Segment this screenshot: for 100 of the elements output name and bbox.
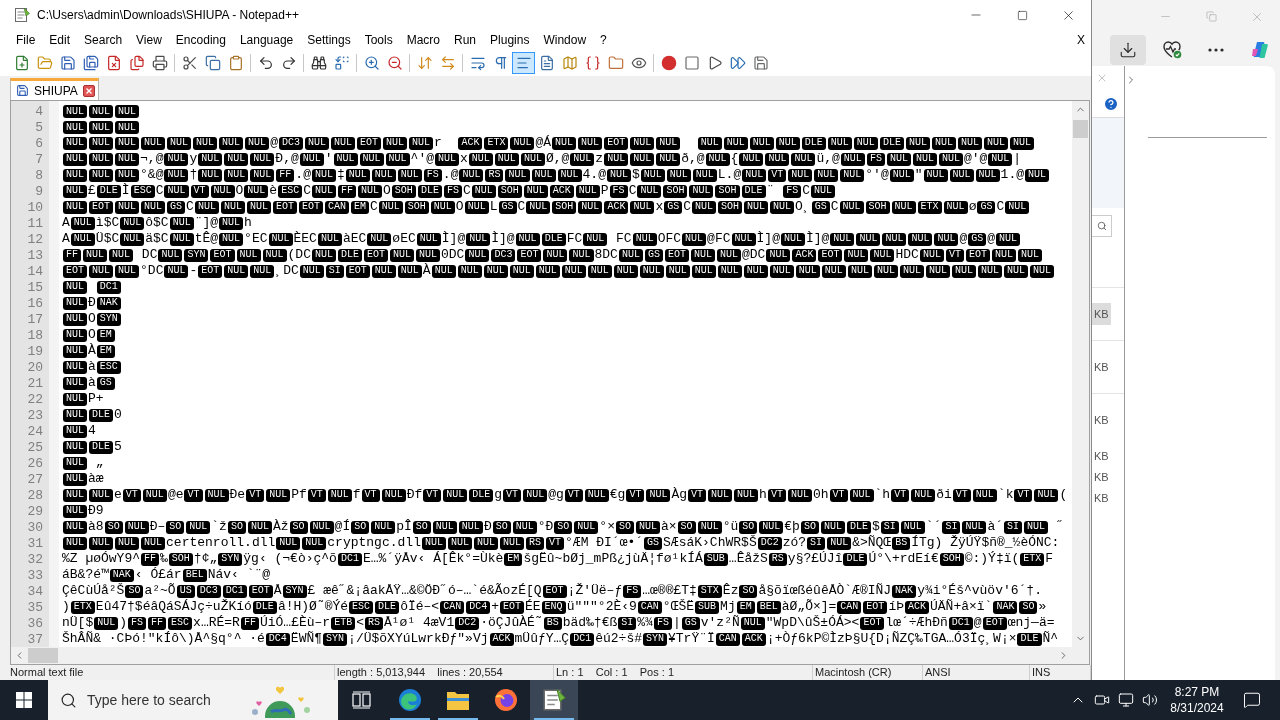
code-text: ü,@ — [816, 151, 840, 168]
code-text: 0DC — [441, 247, 465, 264]
taskbar-app-button[interactable] — [530, 680, 578, 720]
control-char-badge: DLE — [846, 520, 871, 534]
control-char-badge: NUL — [849, 488, 874, 502]
menu-item[interactable]: Run — [447, 30, 484, 50]
menu-item[interactable]: View — [129, 30, 169, 50]
control-char-badge: GS — [167, 200, 186, 214]
window-title: C:\Users\admin\Downloads\SHIUPA - Notepad++ — [37, 7, 299, 24]
code-text: `k — [997, 487, 1014, 503]
search-field[interactable] — [1092, 215, 1112, 237]
menu-item[interactable]: Macro — [399, 30, 447, 50]
control-char-badge: NUL — [697, 136, 722, 150]
control-char-badge: ETX — [1020, 552, 1045, 566]
code-text: %¾ — [637, 615, 653, 631]
file-size-text[interactable]: KB — [1092, 302, 1111, 326]
control-char-badge: NUL — [409, 136, 434, 150]
control-char-badge: NUL — [820, 520, 845, 534]
close-document-button[interactable]: X — [1077, 31, 1091, 49]
help-icon[interactable] — [1103, 95, 1119, 112]
menu-item[interactable]: File — [9, 30, 43, 50]
code-text: v'z²Ñ — [700, 615, 740, 631]
control-char-badge: NUL — [1005, 200, 1030, 214]
control-char-badge: NUL — [630, 200, 655, 214]
code-text: Ð,@ — [275, 151, 299, 168]
control-char-badge: EOT — [63, 264, 87, 278]
code-text: ¨]@ — [194, 215, 219, 231]
control-char-badge: DC3 — [278, 136, 303, 150]
control-char-badge: ETX — [70, 600, 95, 614]
control-char-badge: NUL — [63, 105, 87, 119]
control-char-badge: SO — [412, 520, 431, 534]
menu-item[interactable]: Settings — [300, 30, 358, 50]
taskbar-search-field[interactable]: Type here to search — [48, 680, 338, 720]
code-text: è — [269, 183, 278, 200]
menu-item[interactable]: Window — [536, 30, 594, 50]
control-char-badge: FS — [443, 184, 462, 198]
control-char-badge: NUL — [367, 232, 392, 246]
file-size-text[interactable]: KB — [1092, 355, 1111, 379]
control-char-badge: NUL — [327, 488, 352, 502]
line-number: 17 — [27, 312, 43, 328]
downloads-button[interactable] — [1110, 34, 1146, 65]
code-text: O — [235, 183, 244, 200]
control-char-badge: NUL — [613, 264, 638, 278]
zoom-out-icon — [386, 55, 403, 71]
control-char-badge: DC1 — [337, 552, 362, 566]
control-char-badge: NUL — [459, 168, 484, 182]
horizontal-scrollbar[interactable] — [11, 647, 1089, 664]
control-char-badge: NUL — [421, 536, 446, 550]
menu-item[interactable]: Edit — [42, 30, 78, 50]
menu-item[interactable]: Search — [77, 30, 130, 50]
control-char-badge: BS — [892, 536, 911, 550]
search-input[interactable]: Type here to search — [87, 688, 237, 712]
control-char-badge: CAN — [324, 200, 349, 214]
control-char-badge: SO — [351, 520, 370, 534]
menu-item[interactable]: Plugins — [483, 30, 537, 50]
control-char-badge: VT — [361, 488, 380, 502]
code-text: Ðe — [229, 487, 246, 503]
line-number: 30 — [27, 520, 43, 536]
clock-time[interactable]: 8:27 PM — [1174, 684, 1220, 700]
file-tab[interactable]: SHIUPA — [10, 78, 99, 100]
menu-item[interactable]: Encoding — [168, 30, 233, 50]
notepad-icon — [542, 688, 566, 712]
control-char-badge: NUL — [574, 520, 599, 534]
printer-icon — [151, 55, 168, 71]
menu-item[interactable]: ? — [593, 30, 614, 50]
code-text: à — [88, 359, 96, 375]
control-char-badge: NUL — [194, 200, 219, 214]
code-text: C — [186, 199, 194, 216]
control-char-badge: SO — [554, 520, 573, 534]
control-char-badge: NUL — [302, 536, 327, 550]
line-number: 26 — [27, 456, 43, 472]
code-text: | — [1013, 151, 1022, 168]
control-char-badge: GS — [811, 200, 830, 214]
redo-icon — [280, 55, 297, 71]
control-char-badge: NUL — [371, 168, 396, 182]
menu-item[interactable]: Tools — [357, 30, 400, 50]
file-size-text[interactable]: KB — [1092, 408, 1111, 432]
control-char-badge: FF — [338, 184, 357, 198]
scroll-thumb[interactable] — [1073, 120, 1088, 138]
indent-guide-button[interactable] — [512, 52, 535, 74]
control-char-badge: NUL — [630, 152, 655, 166]
control-char-badge: DC1 — [570, 632, 595, 646]
code-text: °'@ — [865, 167, 889, 184]
scroll-thumb[interactable] — [28, 648, 58, 663]
control-char-badge: NUL — [512, 520, 537, 534]
code-text: 0h — [812, 487, 829, 503]
code-text: † — [189, 167, 198, 184]
control-char-badge: NUL — [193, 136, 218, 150]
document-icon — [538, 55, 555, 71]
code-text: áB&?é™ — [62, 567, 109, 583]
vertical-scrollbar[interactable] — [1072, 101, 1089, 647]
code-text: A — [62, 215, 70, 232]
control-char-badge: FS — [128, 616, 147, 630]
code-text: @ — [270, 135, 278, 152]
control-char-badge: NUL — [63, 200, 87, 214]
menu-item[interactable]: Language — [232, 30, 301, 50]
control-char-badge: NUL — [957, 136, 982, 150]
clock-date[interactable]: 8/31/2024 — [1170, 700, 1224, 716]
control-char-badge: ETX — [917, 200, 942, 214]
close-tab-icon[interactable] — [82, 84, 95, 97]
